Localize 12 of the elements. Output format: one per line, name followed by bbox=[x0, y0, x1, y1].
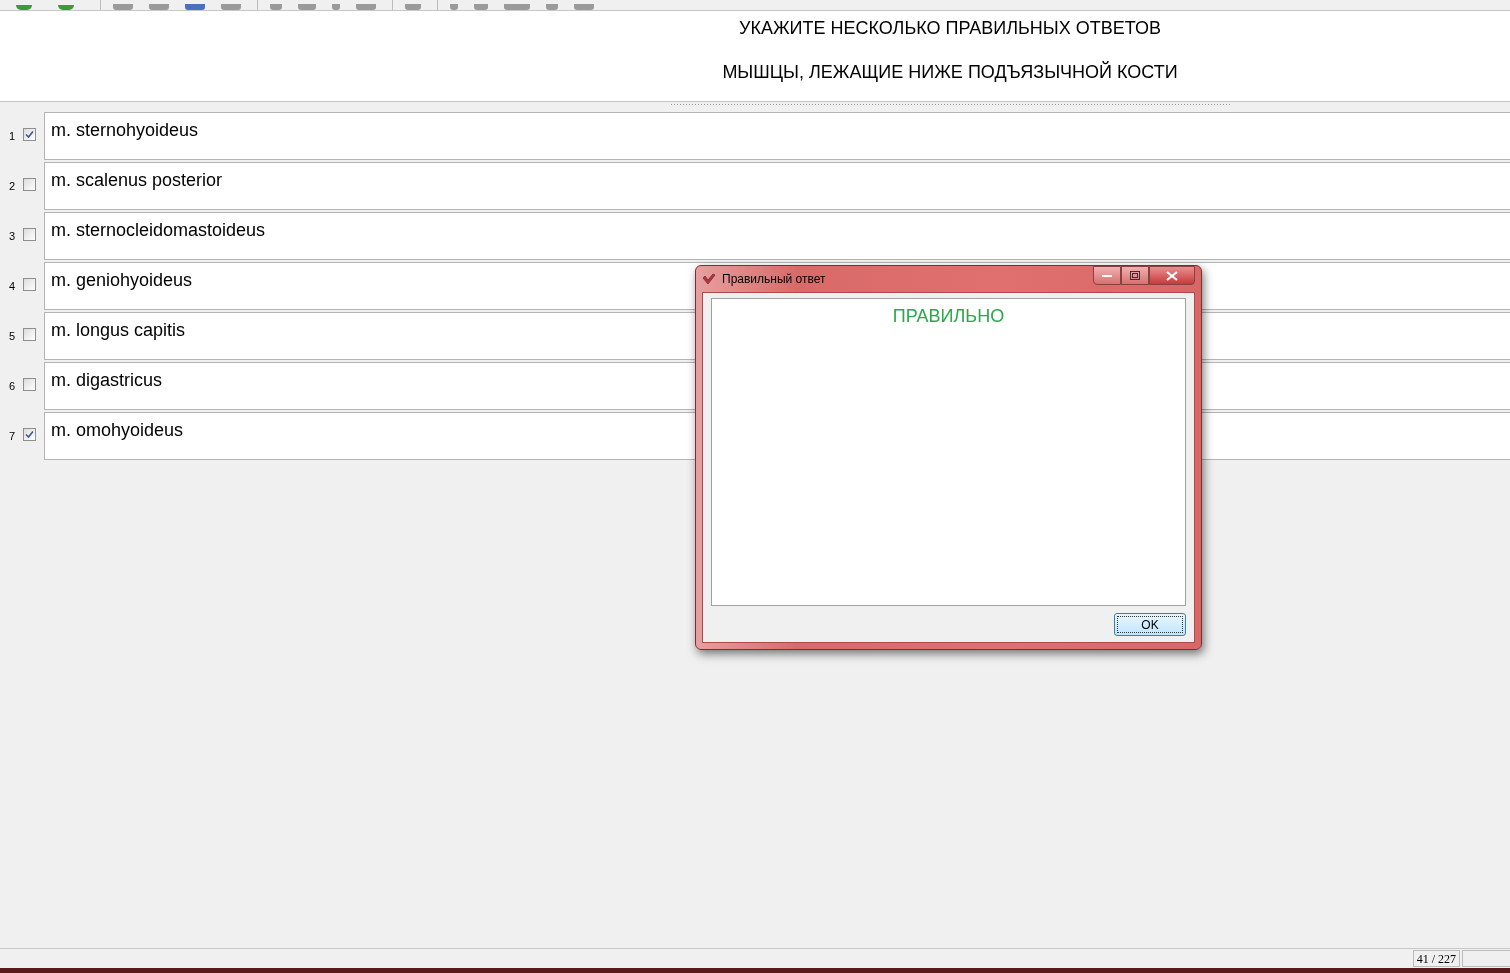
instruction-text: УКАЖИТЕ НЕСКОЛЬКО ПРАВИЛЬНЫХ ОТВЕТОВ bbox=[739, 18, 1161, 39]
answer-number: 1 bbox=[7, 130, 15, 142]
question-text: МЫШЦЫ, ЛЕЖАЩИЕ НИЖЕ ПОДЪЯЗЫЧНОЙ КОСТИ bbox=[722, 62, 1178, 83]
result-message: ПРАВИЛЬНО bbox=[711, 298, 1186, 606]
answer-number: 3 bbox=[7, 230, 15, 242]
answer-number: 7 bbox=[7, 430, 15, 442]
answer-number: 5 bbox=[7, 330, 15, 342]
answer-number: 4 bbox=[7, 280, 15, 292]
answer-number: 6 bbox=[7, 380, 15, 392]
dialog-title: Правильный ответ bbox=[722, 272, 827, 286]
progress-counter: 41 / 227 bbox=[1412, 950, 1460, 967]
answer-number: 2 bbox=[7, 180, 15, 192]
